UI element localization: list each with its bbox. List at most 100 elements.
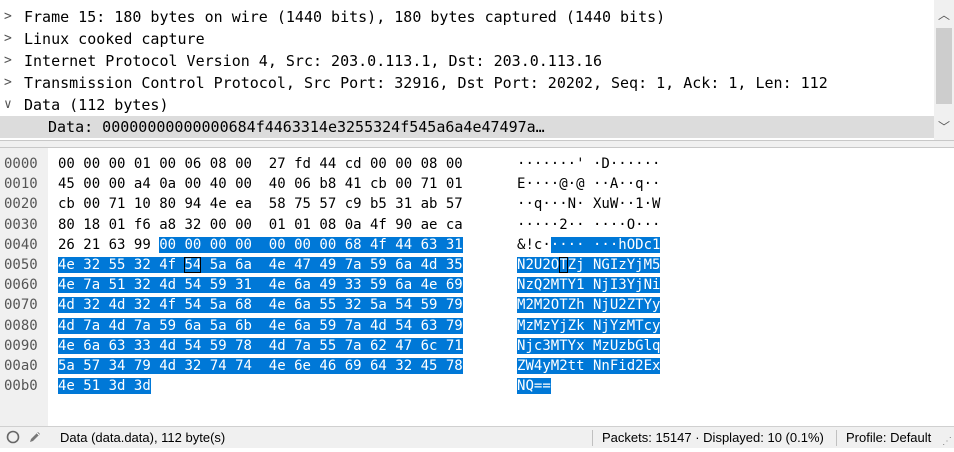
ascii-char[interactable]: x [576, 337, 585, 354]
hex-byte[interactable]: 4d [108, 317, 126, 334]
scroll-up-icon[interactable]: ︿ [934, 6, 954, 24]
hex-byte[interactable]: cd [345, 156, 362, 172]
ascii-char[interactable]: T [635, 297, 644, 314]
hex-byte[interactable]: 57 [319, 196, 336, 212]
hex-byte[interactable]: 54 [184, 337, 202, 354]
hex-byte[interactable]: 01 [446, 176, 463, 192]
hex-bytes[interactable]: 45 00 00 a4 0a 00 40 00 40 06 b8 41 cb 0… [58, 174, 463, 194]
ascii-char[interactable]: · [652, 156, 660, 172]
hex-byte[interactable]: 32 [344, 297, 362, 314]
ascii-char[interactable]: I [609, 277, 619, 294]
hex-byte[interactable]: 32 [133, 297, 151, 314]
hex-byte[interactable]: 00 [319, 236, 337, 253]
ascii-char[interactable]: M [550, 337, 560, 354]
ascii-char[interactable]: j [635, 277, 644, 294]
ascii-char[interactable]: · [542, 176, 550, 192]
ascii-char[interactable]: · [542, 237, 550, 253]
ascii-char[interactable]: j [601, 297, 610, 314]
hex-byte[interactable]: 00 [83, 176, 100, 192]
hex-byte[interactable]: 32 [83, 297, 101, 314]
hex-byte[interactable]: 10 [134, 196, 151, 212]
ascii-char[interactable]: y [652, 317, 661, 334]
expand-right-icon[interactable]: > [4, 72, 18, 94]
hex-byte[interactable]: 79 [445, 317, 463, 334]
hex-byte[interactable]: 55 [319, 297, 337, 314]
ascii-text[interactable]: &!c····· ···hODc1 [517, 235, 661, 255]
ascii-char[interactable]: · [618, 217, 626, 233]
hex-byte[interactable]: 75 [294, 196, 311, 212]
ascii-char[interactable]: · [644, 156, 652, 172]
expand-down-icon[interactable]: ∨ [4, 94, 18, 116]
hex-byte[interactable]: 26 [58, 237, 75, 253]
hex-byte[interactable]: 74 [235, 358, 252, 374]
ascii-char[interactable]: j [576, 257, 585, 273]
ascii-char[interactable]: 1 [576, 277, 585, 294]
ascii-char[interactable]: 3 [618, 277, 627, 294]
ascii-char[interactable]: d [626, 358, 636, 374]
ascii-text[interactable]: ··q···N· XuW··1·W [517, 194, 660, 214]
hex-byte[interactable]: 54 [184, 297, 202, 314]
ascii-char[interactable]: c [643, 236, 652, 253]
hex-byte[interactable]: 7a [294, 337, 311, 354]
hex-byte[interactable]: 00 [184, 236, 202, 253]
pane-splitter[interactable] [0, 140, 954, 148]
hex-byte[interactable]: 78 [235, 337, 252, 354]
hex-byte[interactable]: a4 [134, 176, 151, 192]
ascii-char[interactable]: j [635, 257, 644, 273]
ascii-char[interactable]: k [576, 317, 585, 334]
ascii-char[interactable]: T [635, 317, 644, 334]
hex-byte[interactable]: 7a [133, 317, 151, 334]
ascii-char[interactable]: · [568, 176, 576, 192]
hex-bytes[interactable]: 4d 7a 4d 7a 59 6a 5a 6b 4e 6a 59 7a 4d 5… [58, 316, 463, 336]
hex-byte[interactable]: 7a [83, 317, 101, 334]
hex-byte[interactable]: 59 [209, 277, 227, 294]
ascii-char[interactable]: j [601, 317, 610, 334]
hex-byte[interactable]: 51 [83, 378, 101, 395]
hex-byte[interactable]: 79 [133, 358, 151, 374]
hex-byte[interactable]: 57 [83, 358, 101, 374]
hex-byte[interactable]: 69 [344, 358, 362, 374]
ascii-text[interactable]: Njc3MTYx MzUzbGlq [517, 336, 661, 356]
hex-byte[interactable]: 49 [319, 277, 337, 294]
hex-byte[interactable]: 01 [134, 156, 151, 172]
ascii-char[interactable]: b [626, 337, 636, 354]
hex-bytes[interactable]: 4e 6a 63 33 4d 54 59 78 4d 7a 55 7a 62 4… [58, 336, 463, 356]
hex-byte[interactable]: 58 [269, 196, 286, 212]
ascii-char[interactable]: 1 [635, 196, 643, 212]
hex-byte[interactable]: 32 [133, 257, 151, 273]
hex-byte[interactable]: 32 [133, 277, 151, 294]
hex-byte[interactable]: 51 [108, 277, 126, 294]
hex-byte[interactable]: 79 [445, 297, 463, 314]
hex-byte[interactable]: 18 [83, 217, 100, 233]
tree-row-selected[interactable]: Data: 00000000000000684f4463314e3255324f… [0, 116, 934, 138]
ascii-char[interactable]: T [559, 277, 568, 294]
expand-right-icon[interactable]: > [4, 50, 18, 72]
hex-byte[interactable]: 32 [83, 257, 101, 273]
ascii-char[interactable]: 2 [542, 277, 551, 294]
hex-byte[interactable]: 4e [58, 277, 75, 294]
ascii-char[interactable]: Z [567, 257, 577, 273]
ascii-char[interactable]: z [618, 337, 627, 354]
hex-byte[interactable]: 33 [133, 337, 151, 354]
ascii-text[interactable]: ·······' ·D······ [517, 154, 660, 174]
hex-bytes[interactable]: 26 21 63 99 00 00 00 00 00 00 00 68 4f 4… [58, 235, 463, 255]
hex-byte[interactable]: 7a [344, 317, 362, 334]
ascii-char[interactable]: A [610, 176, 618, 192]
hex-byte[interactable]: 6a [83, 337, 101, 354]
ascii-char[interactable]: T [559, 337, 568, 354]
hex-byte[interactable]: 57 [446, 196, 463, 212]
tree-row[interactable]: > Internet Protocol Version 4, Src: 203.0… [0, 50, 934, 72]
ascii-char[interactable]: = [542, 378, 551, 395]
ascii-char[interactable]: · [601, 176, 609, 192]
hex-byte[interactable]: 5a [58, 358, 75, 374]
ascii-char[interactable]: x [652, 358, 661, 374]
ascii-char[interactable]: O [550, 257, 560, 273]
hex-byte[interactable]: ab [421, 196, 438, 212]
ascii-char[interactable]: 2 [559, 217, 567, 233]
hex-byte[interactable]: 06 [294, 176, 311, 192]
hex-byte[interactable]: 54 [395, 297, 413, 314]
ascii-char[interactable]: · [618, 196, 626, 212]
ascii-char[interactable]: W [525, 358, 534, 374]
hex-byte[interactable]: 4d [369, 317, 387, 334]
expert-info-icon[interactable] [6, 430, 20, 444]
